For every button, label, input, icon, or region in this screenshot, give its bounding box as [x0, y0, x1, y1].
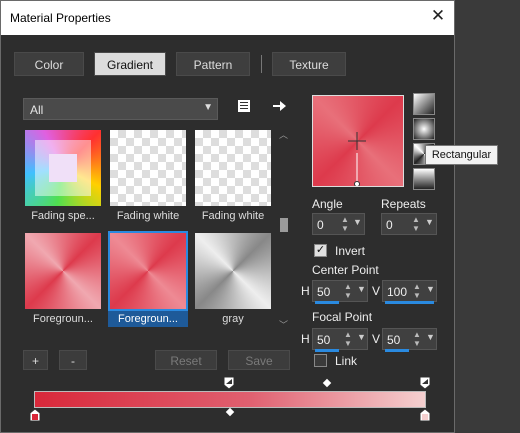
center-v-slider[interactable] [385, 301, 434, 304]
scroll-up-icon[interactable]: ︿ [279, 128, 288, 141]
thumbnail-foreground-1[interactable]: Foregroun... [23, 231, 103, 327]
center-h-value: 50 [317, 285, 331, 299]
save-button[interactable]: Save [228, 350, 290, 370]
color-midpoint-marker[interactable] [225, 407, 235, 417]
thumbnail-caption: gray [222, 313, 244, 325]
thumbnail-caption: Foregroun... [118, 313, 178, 325]
gradient-preview[interactable] [312, 95, 404, 187]
scroll-down-icon[interactable]: ﹀ [279, 318, 288, 331]
focal-v-spinbox[interactable]: 50 ▲ ▼ ▼ [382, 328, 437, 352]
transparency-midpoint-marker[interactable] [322, 378, 332, 388]
tab-pattern[interactable]: Pattern [176, 52, 250, 76]
link-label: Link [335, 354, 358, 368]
thumbnail-image [110, 130, 186, 206]
focal-h-slider[interactable] [315, 349, 339, 352]
linear-style-icon[interactable] [413, 93, 435, 115]
spin-arrows-icon[interactable]: ▲ ▼ [413, 330, 421, 348]
focal-v-slider[interactable] [385, 349, 409, 352]
thumbnail-scrollbar[interactable]: ︿ ﹀ [279, 128, 289, 333]
tab-gradient[interactable]: Gradient [94, 52, 166, 76]
category-value: All [30, 103, 44, 117]
background-panel [455, 0, 520, 433]
angle-spinbox[interactable]: 0 ▲ ▼ ▼ [312, 213, 365, 235]
tab-divider [261, 55, 262, 73]
center-crosshair-icon [348, 132, 366, 186]
spin-arrows-icon[interactable]: ▲ ▼ [344, 330, 352, 348]
focal-h-value: 50 [317, 333, 331, 347]
thumbnail-caption: Fading white [201, 210, 265, 222]
repeats-value: 0 [386, 218, 393, 232]
radial-style-icon[interactable] [413, 118, 435, 140]
focal-h-label: H [301, 332, 310, 346]
chevron-down-icon[interactable]: ▼ [425, 217, 434, 227]
transparency-stop-marker[interactable] [224, 377, 234, 389]
focal-v-value: 50 [387, 333, 401, 347]
center-h-slider[interactable] [315, 301, 339, 304]
chevron-down-icon[interactable]: ▼ [357, 332, 366, 342]
tab-texture[interactable]: Texture [272, 52, 346, 76]
color-stop-marker-start[interactable] [30, 409, 40, 421]
material-properties-dialog: Material Properties ✕ Color Gradient Pat… [0, 0, 455, 433]
reset-button[interactable]: Reset [155, 350, 217, 370]
thumbnail-image [195, 130, 271, 206]
gradient-editor-bar[interactable] [34, 391, 426, 408]
sunburst-style-icon[interactable] [413, 168, 435, 190]
chevron-down-icon: ▼ [203, 102, 213, 113]
chevron-down-icon[interactable]: ▼ [426, 332, 435, 342]
invert-checkbox[interactable]: ✓ [314, 244, 327, 257]
category-dropdown[interactable]: All ▼ [23, 98, 218, 120]
transparency-stop-marker[interactable] [420, 377, 430, 389]
title-bar: Material Properties ✕ [1, 1, 454, 35]
center-h-label: H [301, 284, 310, 298]
chevron-down-icon[interactable]: ▼ [357, 284, 366, 294]
thumbnail-fading-white-2[interactable]: Fading white [193, 128, 273, 224]
add-gradient-button[interactable]: + [23, 350, 48, 370]
thumbnail-caption: Fading white [116, 210, 180, 222]
rectangular-tooltip: Rectangular [425, 145, 498, 165]
center-v-label: V [372, 284, 381, 298]
library-icon[interactable] [236, 98, 252, 114]
spin-arrows-icon[interactable]: ▲ ▼ [413, 282, 421, 300]
thumbnail-gray[interactable]: gray [193, 231, 273, 327]
tab-color[interactable]: Color [14, 52, 84, 76]
repeats-spinbox[interactable]: 0 ▲ ▼ ▼ [381, 213, 437, 235]
remove-gradient-button[interactable]: - [59, 350, 87, 370]
spin-arrows-icon[interactable]: ▲ ▼ [344, 282, 352, 300]
color-stop-marker-end[interactable] [420, 409, 430, 421]
repeats-label: Repeats [381, 197, 426, 211]
thumbnail-foreground-2-selected[interactable]: Foregroun... [108, 231, 188, 327]
thumbnail-image [195, 233, 271, 309]
thumbnail-fading-white-1[interactable]: Fading white [108, 128, 188, 224]
focal-h-spinbox[interactable]: 50 ▲ ▼ ▼ [312, 328, 368, 352]
chevron-down-icon[interactable]: ▼ [353, 217, 362, 227]
center-v-value: 100 [387, 285, 408, 299]
thumbnail-image [108, 231, 188, 311]
thumbnail-image [25, 233, 101, 309]
focal-point-label: Focal Point [312, 310, 373, 324]
thumbnail-caption: Fading spe... [31, 210, 95, 222]
close-icon[interactable]: ✕ [429, 7, 447, 25]
focal-v-label: V [372, 332, 381, 346]
thumbnail-fading-spectrum[interactable]: Fading spe... [23, 128, 103, 224]
angle-value: 0 [317, 218, 324, 232]
spin-arrows-icon[interactable]: ▲ ▼ [341, 215, 349, 233]
arrow-right-icon[interactable] [271, 98, 287, 114]
thumbnail-caption: Foregroun... [33, 313, 93, 325]
scrollbar-thumb[interactable] [280, 218, 288, 232]
invert-label: Invert [335, 244, 366, 258]
window-title: Material Properties [10, 11, 111, 25]
thumbnail-image [25, 130, 101, 206]
center-v-spinbox[interactable]: 100 ▲ ▼ ▼ [382, 280, 437, 304]
chevron-down-icon[interactable]: ▼ [426, 284, 435, 294]
angle-label: Angle [312, 197, 343, 211]
center-point-label: Center Point [312, 263, 379, 277]
link-checkbox[interactable] [314, 354, 327, 367]
spin-arrows-icon[interactable]: ▲ ▼ [412, 215, 420, 233]
center-h-spinbox[interactable]: 50 ▲ ▼ ▼ [312, 280, 368, 304]
